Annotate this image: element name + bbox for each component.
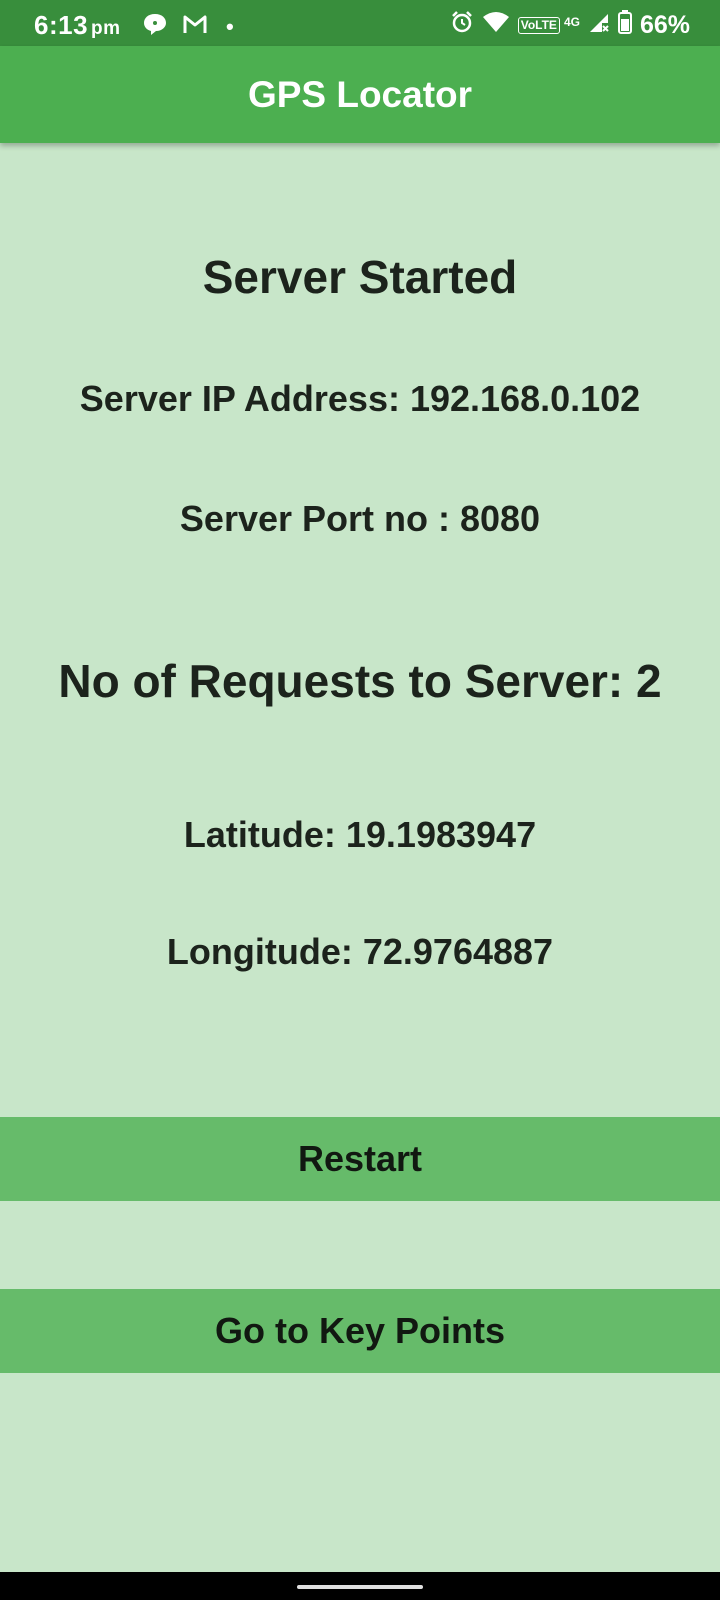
app-title: GPS Locator bbox=[247, 73, 473, 115]
alarm-icon bbox=[450, 10, 474, 41]
status-time-value: 6:13 bbox=[34, 10, 89, 40]
request-count: No of Requests to Server: 2 bbox=[58, 655, 662, 707]
network-type: 4G bbox=[563, 14, 580, 29]
signal-icon bbox=[588, 11, 610, 40]
key-points-button[interactable]: Go to Key Points bbox=[0, 1289, 720, 1373]
gmail-icon bbox=[182, 13, 208, 40]
status-bar: 6:13 pm • VoLTE 4G 66% bbox=[0, 0, 720, 46]
server-status: Server Started bbox=[202, 251, 518, 303]
server-ip-address: Server IP Address: 192.168.0.102 bbox=[79, 378, 641, 419]
restart-button[interactable]: Restart bbox=[0, 1117, 720, 1201]
battery-percent: 66% bbox=[639, 11, 690, 39]
latitude: Latitude: 19.1983947 bbox=[183, 814, 537, 855]
app-bar: GPS Locator bbox=[0, 46, 720, 143]
status-time-ampm: pm bbox=[91, 18, 121, 39]
battery-icon bbox=[617, 10, 632, 41]
notification-icons: • bbox=[142, 12, 234, 41]
status-time: 6:13 pm bbox=[34, 10, 121, 41]
home-gesture-handle[interactable] bbox=[297, 1585, 423, 1589]
status-right: VoLTE 4G 66% bbox=[450, 10, 690, 41]
volte-badge: VoLTE bbox=[517, 17, 560, 34]
navigation-bar bbox=[0, 1572, 720, 1600]
server-port: Server Port no : 8080 bbox=[179, 498, 541, 539]
notification-dot: • bbox=[226, 13, 234, 39]
chat-icon bbox=[142, 12, 168, 41]
wifi-icon bbox=[482, 11, 510, 40]
longitude: Longitude: 72.9764887 bbox=[166, 931, 554, 972]
